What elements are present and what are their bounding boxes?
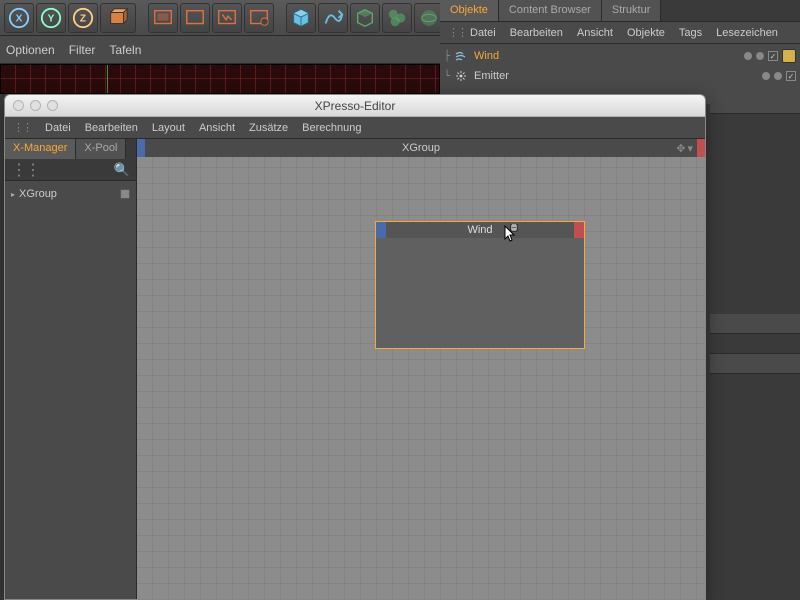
collapse-icon[interactable]: ▾	[687, 142, 693, 155]
xp-menu-berechnung[interactable]: Berechnung	[302, 122, 361, 134]
node-title: Wind	[467, 224, 492, 236]
layer-dot-icon[interactable]	[762, 72, 770, 80]
xp-menu-ansicht[interactable]: Ansicht	[199, 122, 235, 134]
tree-connector-icon: ├	[444, 51, 450, 62]
svg-text:Y: Y	[48, 13, 55, 24]
input-port-icon[interactable]	[137, 139, 145, 157]
obj-menu-datei[interactable]: Datei	[470, 27, 496, 39]
object-controls: ✓	[744, 49, 796, 63]
svg-text:X: X	[16, 13, 23, 24]
spline-button[interactable]	[318, 3, 348, 33]
objects-menubar: ⋮⋮ Datei Bearbeiten Ansicht Objekte Tags…	[440, 22, 800, 44]
emitter-icon	[454, 69, 468, 83]
objects-tabs: Objekte Content Browser Struktur	[440, 0, 800, 22]
tree-item-label: XGroup	[19, 188, 57, 200]
obj-menu-tags[interactable]: Tags	[679, 27, 702, 39]
render-view-button[interactable]	[148, 3, 178, 33]
layer-dot-icon[interactable]	[744, 52, 752, 60]
objects-panel: Objekte Content Browser Struktur ⋮⋮ Date…	[440, 0, 800, 104]
timeline-strip	[710, 94, 800, 600]
grip-icon[interactable]: ⋮⋮	[11, 160, 39, 180]
xpresso-search-bar[interactable]: ⋮⋮ 🔍	[5, 159, 136, 181]
node-output-port-icon[interactable]	[574, 222, 584, 238]
primitive-cube-button[interactable]	[286, 3, 316, 33]
svg-text:Z: Z	[80, 13, 86, 24]
window-titlebar[interactable]: XPresso-Editor	[5, 95, 705, 117]
output-port-icon[interactable]	[697, 139, 705, 157]
visibility-toggle[interactable]: ✓	[768, 51, 778, 61]
xpresso-tree: ▸ XGroup	[5, 181, 136, 599]
coord-system-button[interactable]	[100, 3, 136, 33]
node-header[interactable]: Wind	[376, 222, 584, 238]
tab-x-pool[interactable]: X-Pool	[76, 139, 126, 159]
render-region-button[interactable]	[180, 3, 210, 33]
node-wind[interactable]: Wind	[375, 221, 585, 349]
generator-button[interactable]	[350, 3, 380, 33]
xp-menu-zusaetze[interactable]: Zusätze	[249, 122, 288, 134]
tab-objekte[interactable]: Objekte	[440, 0, 499, 21]
search-icon[interactable]: 🔍	[114, 162, 130, 178]
deformer-button[interactable]	[382, 3, 412, 33]
tree-row-xgroup[interactable]: ▸ XGroup	[11, 185, 130, 203]
xp-menu-datei[interactable]: Datei	[45, 122, 71, 134]
object-controls: ✓	[762, 71, 796, 81]
grip-icon[interactable]: ⋮⋮	[448, 26, 456, 39]
grip-icon[interactable]: ⋮⋮	[13, 121, 31, 134]
layer-dot-icon[interactable]	[774, 72, 782, 80]
tab-struktur[interactable]: Struktur	[602, 0, 662, 21]
canvas-header-icons: ✥ ▾	[676, 142, 693, 155]
xpresso-tag-icon[interactable]	[782, 49, 796, 63]
viewport[interactable]	[0, 64, 440, 94]
xpresso-side-tabs: X-Manager X-Pool	[5, 139, 136, 159]
canvas-title: XGroup	[402, 142, 440, 154]
xpresso-editor-window: XPresso-Editor ⋮⋮ Datei Bearbeiten Layou…	[4, 94, 706, 600]
canvas-header[interactable]: XGroup ✥ ▾	[137, 139, 705, 157]
object-name: Emitter	[472, 70, 511, 82]
viewport-axis-line	[107, 65, 108, 93]
xpresso-canvas-wrap: XGroup ✥ ▾ Wind	[137, 139, 705, 599]
traffic-lights	[13, 100, 58, 111]
move-icon[interactable]: ✥	[676, 142, 685, 155]
axis-x-button[interactable]: X	[4, 3, 34, 33]
xpresso-sidebar: X-Manager X-Pool ⋮⋮ 🔍 ▸ XGroup	[5, 139, 137, 599]
zoom-window-button[interactable]	[47, 100, 58, 111]
xp-menu-layout[interactable]: Layout	[152, 122, 185, 134]
obj-menu-ansicht[interactable]: Ansicht	[577, 27, 613, 39]
axis-y-button[interactable]: Y	[36, 3, 66, 33]
visibility-toggle[interactable]: ✓	[786, 71, 796, 81]
menu-tafeln[interactable]: Tafeln	[109, 43, 141, 57]
object-name: Wind	[472, 50, 501, 62]
xpresso-menubar: ⋮⋮ Datei Bearbeiten Layout Ansicht Zusät…	[5, 117, 705, 139]
xpresso-canvas[interactable]: Wind	[137, 157, 705, 599]
obj-menu-lesezeichen[interactable]: Lesezeichen	[716, 27, 778, 39]
wind-icon	[454, 49, 468, 63]
node-input-port-icon[interactable]	[376, 222, 386, 238]
axis-z-button[interactable]: Z	[68, 3, 98, 33]
object-row-emitter[interactable]: └ Emitter ✓	[440, 66, 800, 86]
layer-dot-icon[interactable]	[756, 52, 764, 60]
xp-menu-bearbeiten[interactable]: Bearbeiten	[85, 122, 138, 134]
tab-content-browser[interactable]: Content Browser	[499, 0, 602, 21]
obj-menu-objekte[interactable]: Objekte	[627, 27, 665, 39]
tab-x-manager[interactable]: X-Manager	[5, 139, 76, 159]
render-queue-button[interactable]	[244, 3, 274, 33]
tree-item-box-icon[interactable]	[120, 189, 130, 199]
close-window-button[interactable]	[13, 100, 24, 111]
window-title: XPresso-Editor	[315, 99, 396, 113]
obj-menu-bearbeiten[interactable]: Bearbeiten	[510, 27, 563, 39]
xpresso-body: X-Manager X-Pool ⋮⋮ 🔍 ▸ XGroup XGroup	[5, 139, 705, 599]
node-body[interactable]	[376, 238, 584, 348]
expand-triangle-icon[interactable]: ▸	[11, 190, 15, 199]
render-settings-button[interactable]	[212, 3, 242, 33]
menu-filter[interactable]: Filter	[69, 43, 96, 57]
menu-optionen[interactable]: Optionen	[6, 43, 55, 57]
tree-connector-icon: └	[444, 71, 450, 82]
object-row-wind[interactable]: ├ Wind ✓	[440, 46, 800, 66]
minimize-window-button[interactable]	[30, 100, 41, 111]
